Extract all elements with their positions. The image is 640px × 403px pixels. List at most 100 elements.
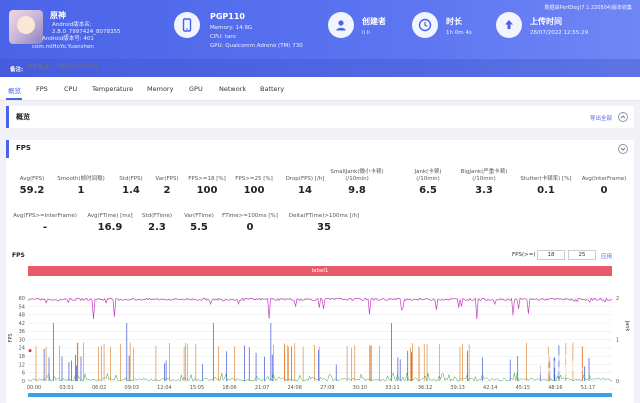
duration-label: 时长 [446,17,462,26]
y-tick-label: 42 [19,321,25,327]
stat-item: SmallJank(微小卡顿) (/10min) 9.8 [317,169,397,196]
upload-icon [496,12,522,38]
upload-label: 上传时间 [530,17,562,26]
y-tick-label: 54 [19,304,25,310]
y-tick-label: 6 [22,371,25,377]
x-tick-label: 00:00 [27,385,41,391]
device-model: PGP110 [210,12,245,21]
x-tick-label: 27:09 [320,385,334,391]
tab-overview[interactable]: 概览 [8,85,21,95]
y-tick-label: 0 [22,379,25,385]
duration-value: 1h 0m 4s [446,30,472,36]
tab-bar: 概览 FPS CPU Temperature Memory GPU Networ… [0,77,640,101]
chart-scrollbar [28,393,612,397]
upload-value: 28/07/2022 12:55:29 [530,30,589,36]
y-tick-label: 36 [19,329,25,335]
stat-item: Avg(InterFrame) 0 [564,169,640,197]
y2-tick-label: 1 [616,337,619,343]
y-tick-label: 12 [19,362,25,368]
stat-item: FTime>=100ms [%] 0 [210,206,290,234]
app-version-code: Android版本号: 401 [42,36,94,42]
x-tick-label: 30:10 [353,385,367,391]
fps-chart: 06121824303642485460FPS012Jank00:00 03:01… [8,296,630,397]
stat-value: 9.8 [348,185,366,196]
collapse-button[interactable] [618,112,628,122]
app-package: com.miHoYo.Yuanshen [32,44,94,50]
tab-gpu[interactable]: GPU [189,85,203,93]
x-tick-label: 36:12 [418,385,432,391]
tab-memory[interactable]: Memory [147,85,173,93]
export-all-link[interactable]: 导出全部 [590,114,612,122]
tab-fps[interactable]: FPS [36,85,48,93]
y-tick-label: 30 [19,337,25,343]
y2-tick-label: 0 [616,379,619,385]
chevron-down-icon [620,147,626,151]
fps-series-line [27,297,613,320]
x-tick-label: 18:06 [222,385,236,391]
y-axis-label: FPS [8,333,14,342]
device-cpu: CPU: taro [210,34,236,40]
device-gpu: GPU: Qualcomm Adreno (TM) 730 [210,43,303,49]
y-tick-label: 60 [19,296,25,302]
chart-label: FPS [12,252,25,259]
collapse-button[interactable] [618,144,628,154]
stat-item: Delta(FTime)>100ms [/h] 35 [284,206,364,234]
tab-temperature[interactable]: Temperature [92,85,133,93]
app-name: 原神 [50,11,66,20]
stat-label: Delta(FTime)>100ms [/h] [288,212,360,219]
fps-threshold-2-input[interactable] [568,250,596,260]
x-tick-label: 06:02 [92,385,106,391]
overview-panel: 概览 导出全部 [6,106,634,128]
fps-threshold-label: FPS(>=) [512,252,536,258]
stat-value: 35 [317,222,331,233]
x-tick-label: 42:14 [483,385,497,391]
x-tick-label: 03:01 [59,385,73,391]
stutter-series-line [27,372,613,382]
label-band: label1 [28,266,612,276]
x-tick-label: 12:04 [157,385,171,391]
x-tick-label: 39:13 [450,385,464,391]
apply-button[interactable]: 应用 [601,252,612,260]
stat-label: Avg(InterFrame) [581,175,627,182]
tab-network[interactable]: Network [219,85,246,93]
tab-cpu[interactable]: CPU [64,85,77,93]
x-tick-label: 51:17 [581,385,595,391]
panel-accent [6,140,9,158]
user-icon [328,12,354,38]
watermark-text: 中关村在线 [530,370,571,377]
x-tick-label: 45:15 [516,385,530,391]
report-header: 数据由PerfDog(7.1.220504)版本收集 原神 Android版本名… [0,0,640,77]
collector-tip: 数据由PerfDog(7.1.220504)版本收集 [544,5,632,11]
fps-threshold-1-input[interactable] [537,250,565,260]
device-memory: Memory: 14.9G [210,25,253,31]
active-tab-indicator [6,98,22,100]
x-tick-label: 21:07 [255,385,269,391]
x-tick-label: 15:05 [190,385,204,391]
overview-title: 概览 [16,113,30,121]
note-input[interactable] [27,64,227,70]
y2-axis-label: Jank [624,320,630,332]
x-tick-label: 48:16 [548,385,562,391]
clock-icon [412,12,438,38]
creator-label: 创建者 [362,17,386,26]
app-avatar [9,10,43,44]
tab-battery[interactable]: Battery [260,85,284,93]
stat-value: 0 [600,185,608,196]
x-tick-label: 09:03 [125,385,139,391]
x-tick-label: 33:11 [385,385,399,391]
y-tick-label: 18 [19,354,25,360]
start-marker [28,349,32,353]
creator-value: li li [362,30,370,36]
stat-label: SmallJank(微小卡顿) (/10min) [330,169,384,182]
y-tick-label: 24 [19,346,25,352]
x-tick-label: 24:08 [287,385,301,391]
y-tick-label: 48 [19,313,25,319]
chevron-up-icon [620,115,626,119]
fps-title: FPS [16,144,31,152]
y2-tick-label: 2 [616,296,619,302]
stat-label: FTime>=100ms [%] [222,212,278,219]
note-label: 备注: [10,67,24,73]
phone-icon [174,12,200,38]
app-version-label: Android版本名: [52,22,92,28]
panel-accent [6,106,9,128]
